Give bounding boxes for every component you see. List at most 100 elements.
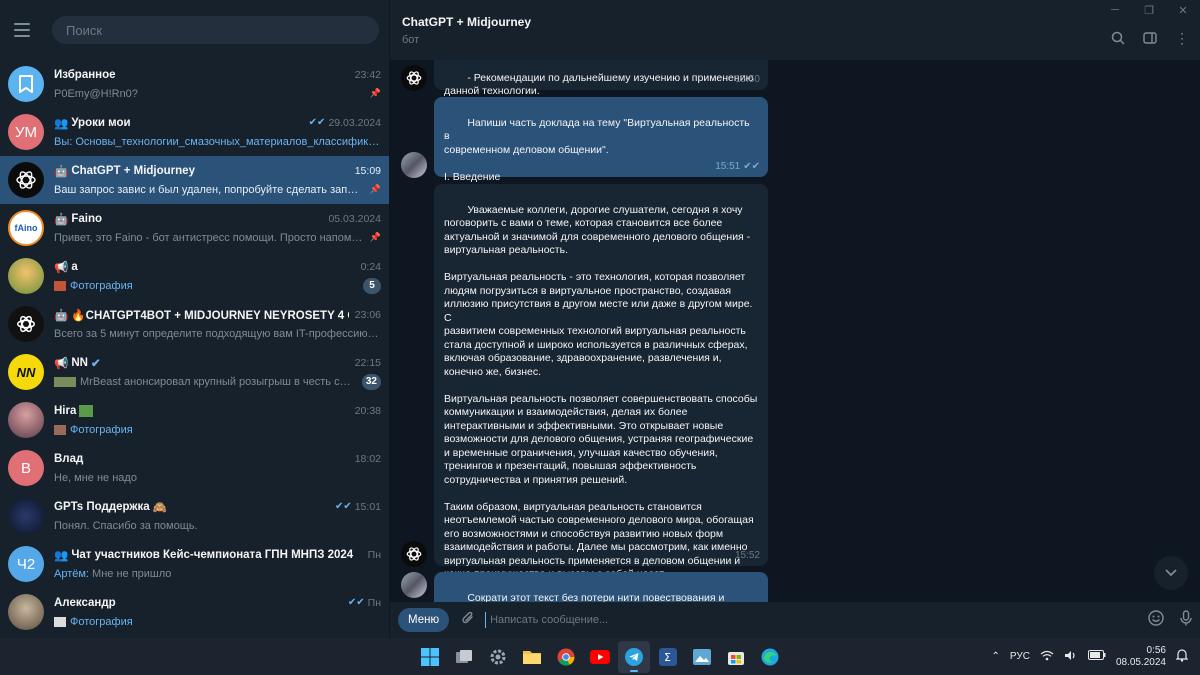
chat-preview: Вы: Основы_технологии_смазочных_материал…: [54, 135, 381, 148]
chat-header[interactable]: ChatGPT + Midjourney бот ⋮: [390, 0, 1200, 60]
double-check-icon: ✔✔: [347, 597, 365, 608]
chat-item-vlad[interactable]: В Влад 18:02 Не, мне не надо: [0, 444, 389, 492]
store-icon[interactable]: [720, 641, 752, 673]
group-icon: 👥: [54, 549, 69, 562]
task-view-icon[interactable]: [448, 641, 480, 673]
clock-time: 0:56: [1146, 644, 1166, 656]
bot-icon: 🤖: [54, 213, 69, 226]
chat-item-gpts-support[interactable]: GPTs Поддержка 🙈 ✔✔ 15:01 Понял. Спасибо за…: [0, 492, 389, 540]
chat-time: 23:42: [354, 68, 381, 81]
chat-item-aleksandr[interactable]: Александр ✔✔ Пн Фотография: [0, 588, 389, 636]
chat-item-chatgpt-midjourney[interactable]: 🤖 ChatGPT + Midjourney 15:09 Ваш запрос за…: [0, 156, 389, 204]
double-check-icon: ✔✔: [308, 117, 326, 128]
chat-preview: MrBeast анонсировал крупный розыгрыш в ч…: [80, 375, 356, 388]
start-icon[interactable]: [414, 641, 446, 673]
window-controls: ─ ❐ ✕: [1080, 0, 1200, 20]
user-avatar[interactable]: [401, 572, 427, 598]
chat-time: 29.03.2024: [328, 116, 381, 129]
chat-name: Hira: [54, 404, 77, 417]
chat-preview: Не, мне не надо: [54, 471, 137, 484]
chat-item-faino[interactable]: fAino 🤖 Faino 05.03.2024 Привет, это Faino…: [0, 204, 389, 252]
message-composer: Меню: [390, 602, 1200, 638]
attach-icon[interactable]: [461, 610, 475, 630]
user-message[interactable]: Напиши часть доклада на тему "Виртуальна…: [434, 97, 768, 196]
volume-icon[interactable]: [1064, 650, 1078, 664]
wifi-icon[interactable]: [1040, 650, 1054, 664]
nn-avatar: NN: [8, 354, 44, 390]
youtube-icon[interactable]: [584, 641, 616, 673]
bot-message[interactable]: Уважаемые коллеги, дорогие слушатели, се…: [434, 184, 768, 580]
maximize-icon[interactable]: ❐: [1132, 0, 1166, 20]
language-indicator[interactable]: РУС: [1010, 651, 1030, 662]
chat-time: 20:38: [354, 404, 381, 417]
double-check-icon: ✔✔: [743, 160, 760, 172]
chat-time: Пн: [367, 596, 381, 609]
emoji-icon[interactable]: [1148, 610, 1164, 630]
chat-list-sidebar: Избранное23:42 P0Emy@H!Rn0?📌 УМ 👥Уроки м…: [0, 0, 390, 638]
chat-item-nn[interactable]: NN 📢 NN ✔ 22:15 MrBeast анонсировал крупный…: [0, 348, 389, 396]
message-input[interactable]: [485, 612, 1140, 628]
message-time: 15:52: [734, 549, 760, 561]
system-tray: ⌃ РУС 0:56 08.05.2024: [992, 638, 1189, 675]
photo-thumb-icon: [54, 616, 66, 627]
windows-taskbar: Σ ⌃ РУС 0:56 08.05.2024: [0, 638, 1200, 675]
chrome-icon[interactable]: [550, 641, 582, 673]
settings-icon[interactable]: [482, 641, 514, 673]
bot-avatar[interactable]: [401, 65, 427, 91]
conversation-pane: ChatGPT + Midjourney бот ⋮ - Рекомендаци…: [390, 0, 1200, 638]
chat-item-uroki[interactable]: УМ 👥 Уроки мои ✔✔ 29.03.2024 Вы: Основы_тех…: [0, 108, 389, 156]
menu-icon[interactable]: [14, 18, 38, 42]
chat-preview: Мне не пришло: [89, 567, 172, 580]
telegram-icon[interactable]: [618, 641, 650, 673]
scroll-down-button[interactable]: [1154, 556, 1188, 590]
chat-item-hira[interactable]: Hira 20:38 Фотография: [0, 396, 389, 444]
message-text: - Рекомендации по дальнейшему изучению и…: [444, 71, 754, 98]
chevron-up-icon[interactable]: ⌃: [992, 651, 1000, 662]
minimize-icon[interactable]: ─: [1098, 0, 1132, 20]
bot-message[interactable]: - Рекомендации по дальнейшему изучению и…: [434, 60, 768, 97]
chat-avatar: [8, 498, 44, 534]
chat-preview: Фотография: [70, 423, 133, 436]
telegram-window: Избранное23:42 P0Emy@H!Rn0?📌 УМ 👥Уроки м…: [0, 0, 1200, 638]
chat-time: 18:02: [354, 452, 381, 465]
close-icon[interactable]: ✕: [1166, 0, 1200, 20]
edge-icon[interactable]: [754, 641, 786, 673]
faino-avatar: fAino: [8, 210, 44, 246]
more-options-icon[interactable]: ⋮: [1172, 28, 1192, 48]
user-message[interactable]: Сократи этот текст без потери нити повес…: [434, 572, 768, 602]
chat-item-case-championship[interactable]: Ч2 👥 Чат участников Кейс-чемпионата ГПН М…: [0, 540, 389, 588]
sum-app-icon[interactable]: Σ: [652, 641, 684, 673]
notification-icon[interactable]: [1175, 648, 1189, 665]
file-explorer-icon[interactable]: [516, 641, 548, 673]
clock-date: 08.05.2024: [1115, 656, 1166, 668]
photos-icon[interactable]: [686, 641, 718, 673]
channel-icon: 📢: [54, 357, 69, 370]
message-time: 15:51: [715, 160, 741, 172]
bot-menu-button[interactable]: Меню: [398, 608, 450, 632]
battery-icon[interactable]: [1087, 650, 1106, 663]
chat-time: Пн: [367, 548, 381, 561]
microphone-icon[interactable]: [1180, 610, 1192, 630]
chat-item-a[interactable]: 📢 a 0:24 Фотография 5: [0, 252, 389, 300]
pixel-emoji-icon: [79, 404, 94, 417]
chat-item-saved[interactable]: Избранное 23:42 P0Emy@H!Rn0? 📌: [0, 60, 389, 108]
chat-time: 22:15: [354, 356, 381, 369]
search-icon[interactable]: [1108, 28, 1128, 48]
pin-icon: 📌: [369, 184, 381, 194]
chat-list: Избранное 23:42 P0Emy@H!Rn0? 📌 УМ 👥 Уроки м…: [0, 60, 389, 636]
chat-time: 23:06: [354, 308, 381, 321]
chat-preview: Фотография: [70, 615, 133, 628]
sidebar-toggle-icon[interactable]: [1140, 28, 1160, 48]
chat-time: 0:24: [360, 260, 381, 273]
search-input[interactable]: [52, 16, 379, 44]
chat-name: Уроки мои: [71, 116, 131, 129]
system-clock[interactable]: 0:56 08.05.2024: [1116, 645, 1166, 669]
chat-preview: Всего за 5 минут определите подходящую в…: [54, 327, 381, 340]
chat-item-chatgpt4bot[interactable]: 🤖 🔥CHATGPT4BOT + MIDJOURNEY NEYROSETY 4 G…: [0, 300, 389, 348]
chat-name: Чат участников Кейс-чемпионата ГПН МНПЗ …: [71, 548, 354, 561]
chat-name: a: [71, 260, 78, 273]
bot-icon: 🤖: [54, 309, 69, 322]
bot-avatar[interactable]: [401, 541, 427, 567]
user-avatar[interactable]: [401, 152, 427, 178]
chat-preview: P0Emy@H!Rn0?: [54, 87, 138, 100]
